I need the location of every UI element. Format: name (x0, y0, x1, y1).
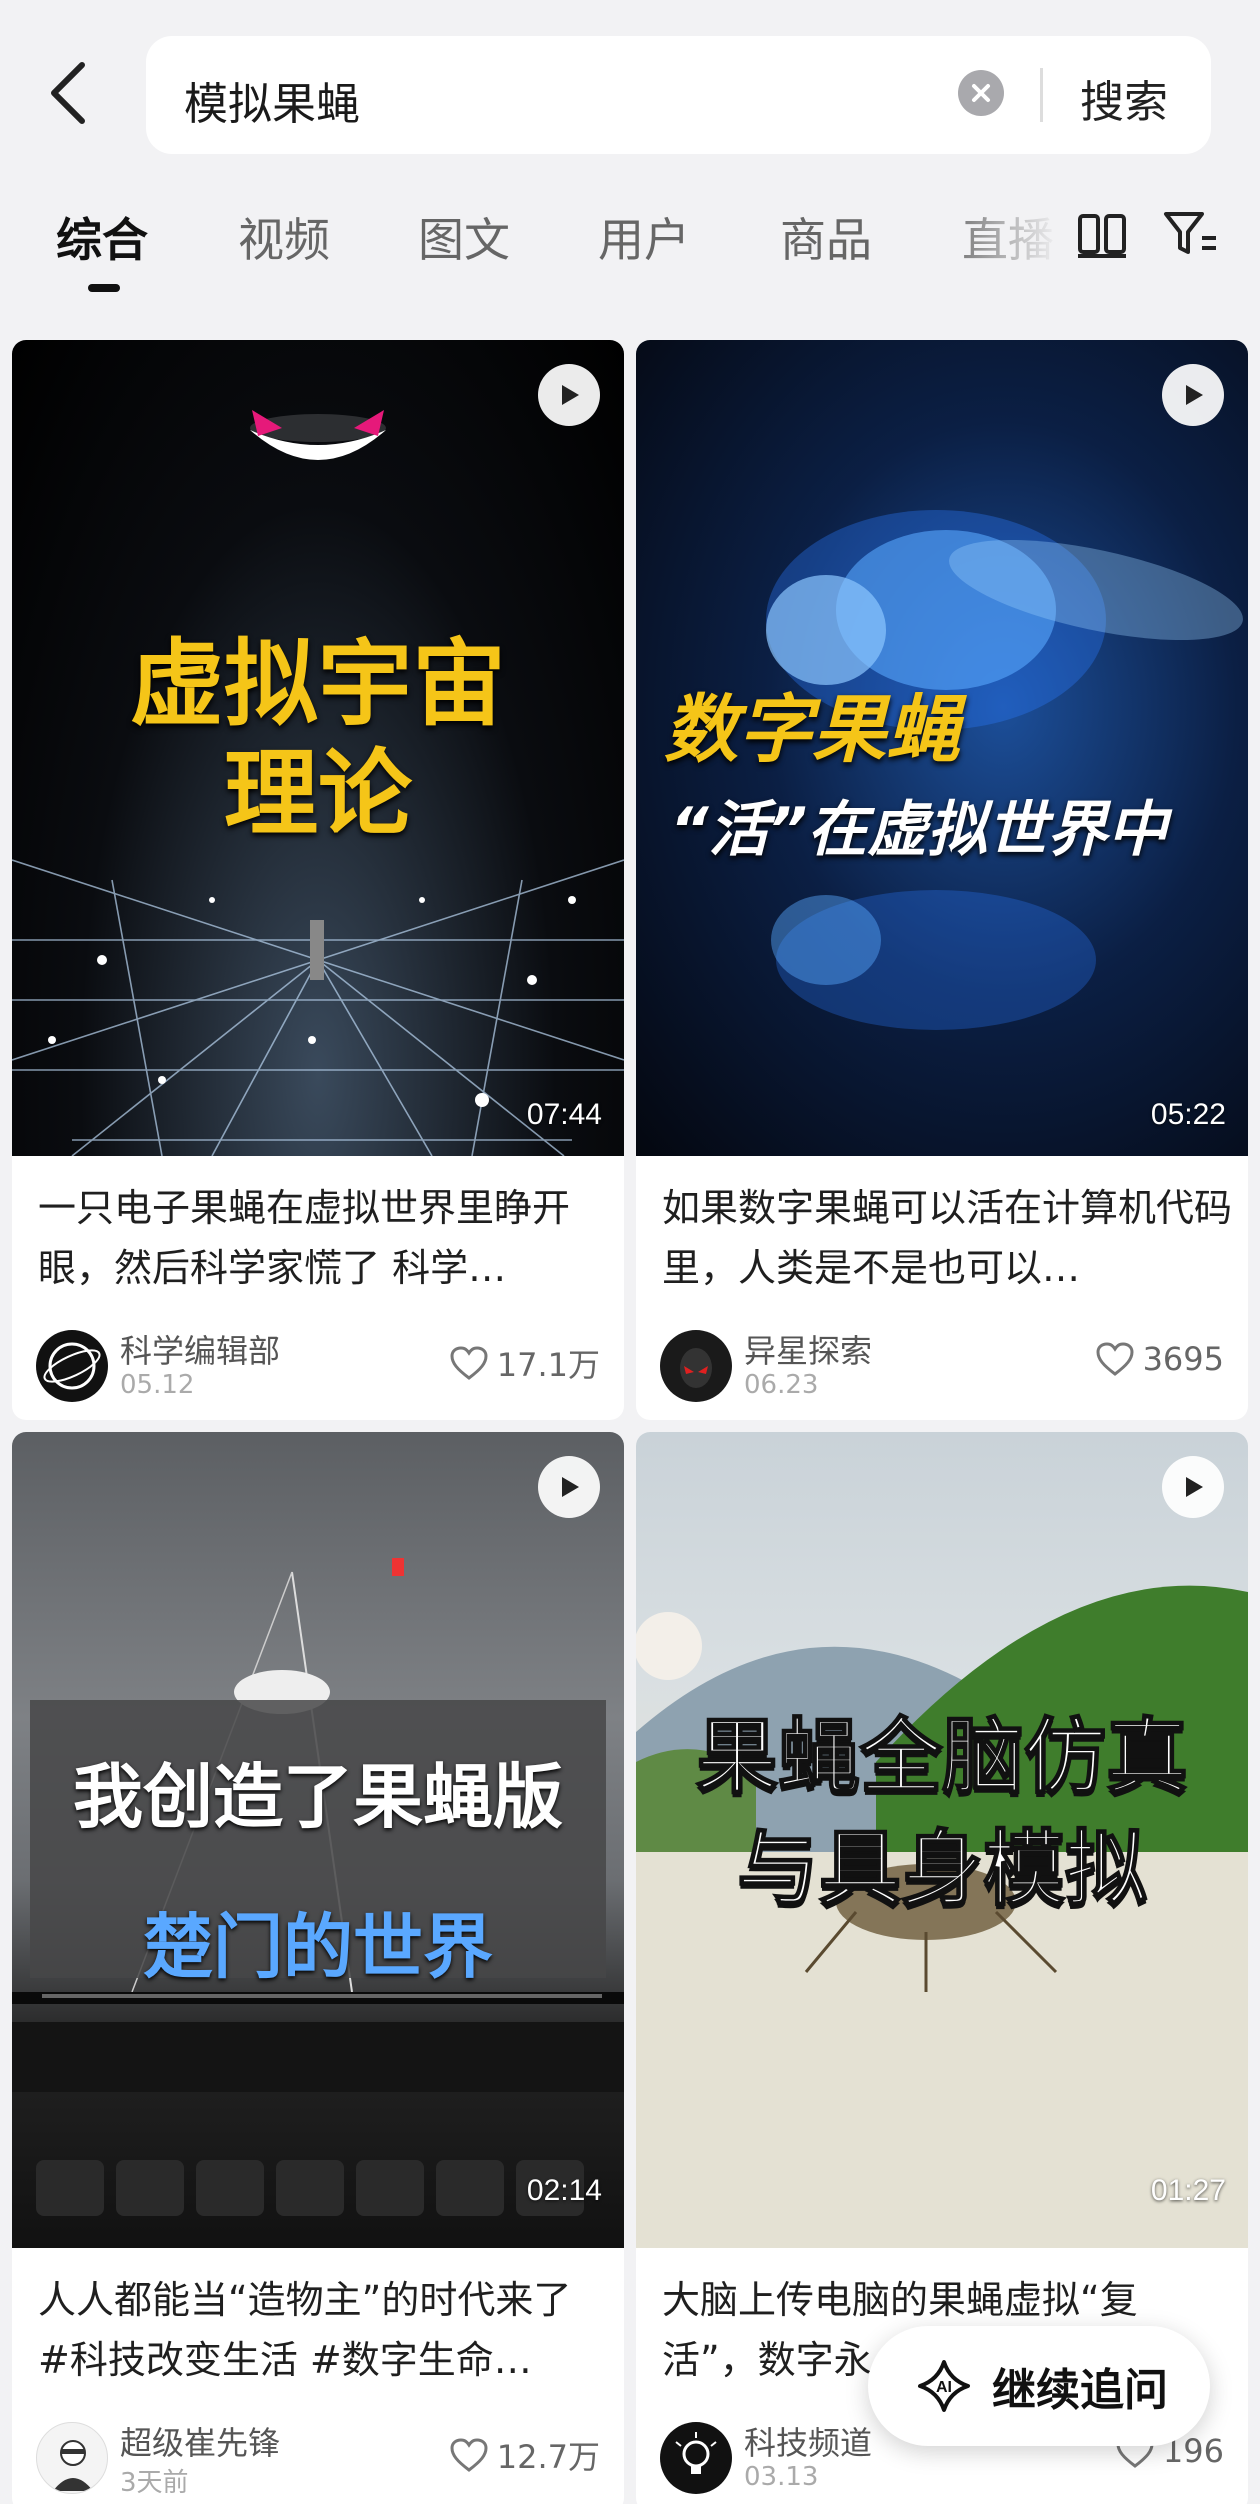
play-icon (1162, 364, 1224, 426)
post-date: 3天前 (120, 2468, 189, 2498)
caption-line: 虚拟宇宙 (129, 630, 506, 739)
play-icon (538, 1456, 600, 1518)
layout-toggle-button[interactable] (1076, 208, 1128, 260)
active-tab-indicator (88, 284, 120, 292)
card-title[interactable]: 一只电子果蝇在虚拟世界里睁开眼，然后科学家慌了 科学… (38, 1178, 608, 1298)
author-name[interactable]: 异星探索 (744, 1326, 872, 1372)
video-duration: 02:14 (526, 2174, 602, 2207)
like-button[interactable]: 17.1万 (449, 1340, 600, 1386)
avatar[interactable] (36, 1330, 108, 1402)
heart-icon (450, 2438, 488, 2472)
like-count: 12.7万 (496, 2438, 600, 2476)
post-date: 06.23 (744, 1370, 819, 1400)
post-date: 05.12 (120, 1370, 195, 1400)
tab-fade (940, 196, 1060, 286)
video-thumbnail[interactable]: 虚拟宇宙 理论 07:44 (12, 340, 624, 1156)
filter-button[interactable] (1162, 208, 1218, 260)
author-name[interactable]: 科技频道 (744, 2418, 872, 2464)
avatar[interactable] (660, 2422, 732, 2494)
caption-line: 数字果蝇 (664, 687, 960, 773)
caption-line: 楚门的世界 (143, 1906, 493, 1988)
result-card[interactable]: 数字果蝇 “活”在虚拟世界中 05:22 如果数字果蝇可以活在计算机代码里，人类… (636, 340, 1248, 1420)
video-thumbnail[interactable]: 果蝇全脑仿真 与具身模拟 01:27 (636, 1432, 1248, 2248)
avatar[interactable] (36, 2422, 108, 2494)
tab-all[interactable]: 综合 (56, 204, 148, 270)
caption-line: “活”在虚拟世界中 (670, 795, 1168, 865)
follow-up-ask-button[interactable]: AI 继续追问 (868, 2326, 1210, 2446)
video-duration: 01:27 (1150, 2174, 1226, 2207)
video-duration: 05:22 (1150, 1098, 1226, 1131)
chevron-left-icon (51, 62, 85, 124)
caption-line: 我创造了果蝇版 (73, 1756, 563, 1838)
like-button[interactable]: 3695 (1095, 1340, 1224, 1378)
caption-line: 与具身模拟 (736, 1821, 1148, 1918)
filter-icon (1164, 212, 1216, 254)
follow-up-label: 继续追问 (992, 2365, 1168, 2416)
ai-sparkle-icon: AI (918, 2360, 970, 2412)
like-count: 17.1万 (496, 1346, 600, 1384)
caption-line: 理论 (223, 740, 412, 849)
search-box[interactable]: 模拟果蝇 搜索 (146, 36, 1211, 154)
video-duration: 07:44 (526, 1098, 602, 1131)
tab-video[interactable]: 视频 (238, 204, 330, 270)
search-divider (1040, 68, 1043, 122)
thumbnail-caption: 数字果蝇 “活”在虚拟世界中 (664, 680, 1167, 880)
category-tabs: 综合 视频 图文 用户 商品 直播 (0, 196, 1260, 306)
like-button[interactable]: 12.7万 (449, 2432, 600, 2478)
avatar[interactable] (660, 1330, 732, 1402)
tab-users[interactable]: 用户 (598, 204, 690, 270)
video-thumbnail[interactable]: 我创造了果蝇版 楚门的世界 02:14 (12, 1432, 624, 2248)
caption-line: 果蝇全脑仿真 (695, 1709, 1189, 1806)
top-bar: 模拟果蝇 搜索 (0, 0, 1260, 180)
result-card[interactable]: 我创造了果蝇版 楚门的世界 02:14 人人都能当“造物主”的时代来了 #科技改… (12, 1432, 624, 2504)
like-count: 3695 (1142, 1340, 1224, 1378)
result-card[interactable]: 虚拟宇宙 理论 07:44 一只电子果蝇在虚拟世界里睁开眼，然后科学家慌了 科学… (12, 340, 624, 1420)
tab-products[interactable]: 商品 (780, 204, 872, 270)
card-title[interactable]: 人人都能当“造物主”的时代来了 #科技改变生活 #数字生命… (38, 2270, 608, 2390)
clear-search-button[interactable] (958, 70, 1004, 116)
heart-icon (450, 1346, 488, 1380)
video-thumbnail[interactable]: 数字果蝇 “活”在虚拟世界中 05:22 (636, 340, 1248, 1156)
thumbnail-caption: 果蝇全脑仿真 与具身模拟 (636, 1702, 1248, 1926)
double-column-icon (1078, 214, 1126, 258)
back-button[interactable] (40, 58, 96, 128)
search-button[interactable]: 搜索 (1080, 66, 1168, 130)
svg-text:AI: AI (936, 2379, 952, 2396)
author-name[interactable]: 科学编辑部 (120, 1326, 280, 1372)
tab-image-text[interactable]: 图文 (418, 204, 510, 270)
close-icon (972, 84, 990, 102)
search-input[interactable]: 模拟果蝇 (184, 68, 360, 132)
post-date: 03.13 (744, 2462, 819, 2492)
play-icon (1162, 1456, 1224, 1518)
thumbnail-caption: 我创造了果蝇版 楚门的世界 (30, 1722, 606, 2022)
author-name[interactable]: 超级崔先锋 (120, 2418, 280, 2464)
thumbnail-caption: 虚拟宇宙 理论 (12, 630, 624, 850)
play-icon (538, 364, 600, 426)
card-title[interactable]: 如果数字果蝇可以活在计算机代码里，人类是不是也可以… (662, 1178, 1232, 1298)
heart-icon (1096, 1342, 1134, 1376)
